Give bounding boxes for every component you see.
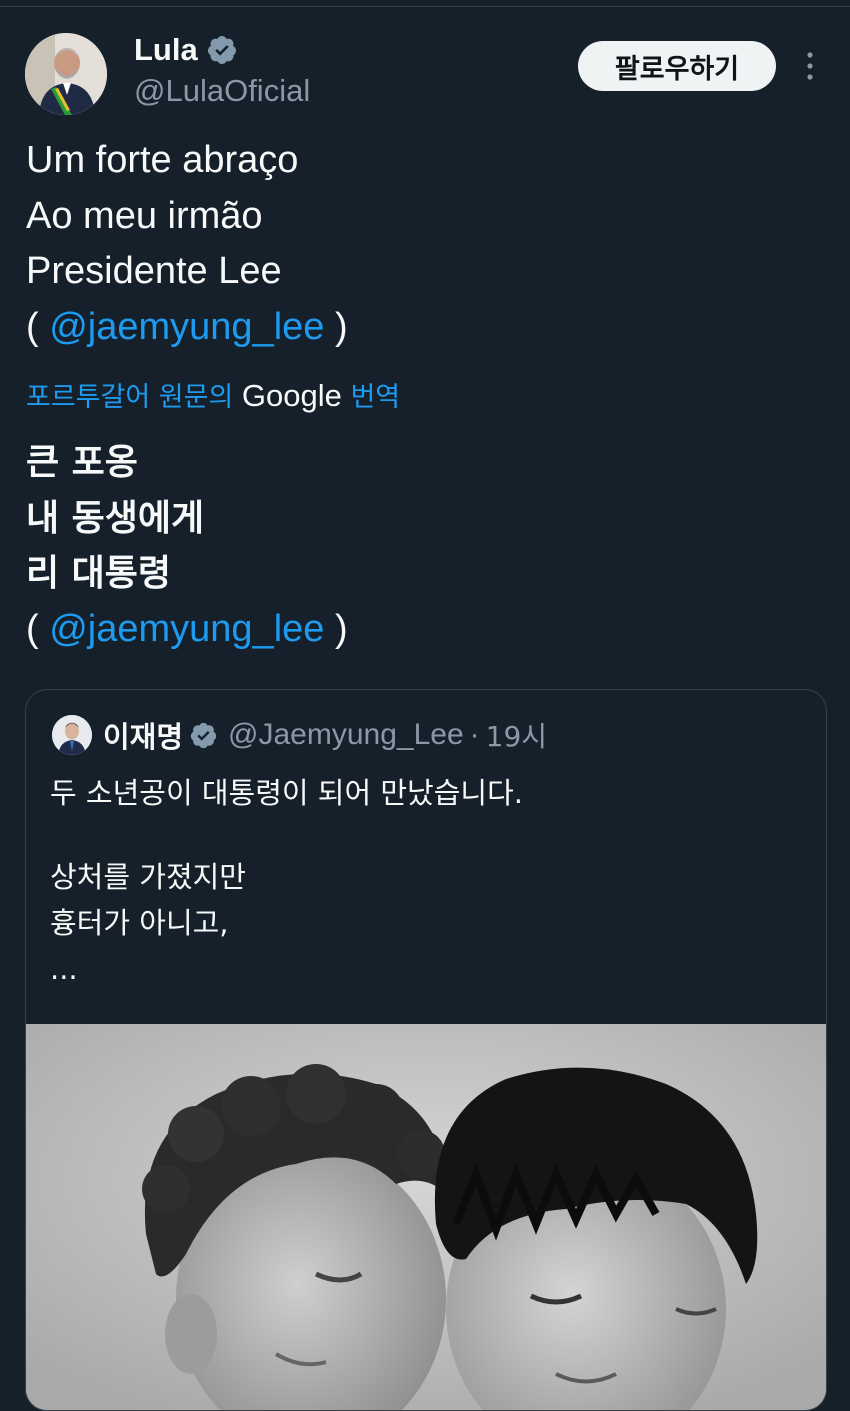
quoted-avatar-photo-icon xyxy=(52,715,92,755)
quoted-tweet-header: 이재명 @Jaemyung_Lee · 19시 xyxy=(52,714,547,756)
quoted-author-handle[interactable]: @Jaemyung_Lee xyxy=(228,718,464,752)
follow-button[interactable]: 팔로우하기 xyxy=(578,41,776,91)
more-vertical-icon[interactable] xyxy=(800,48,820,84)
paren-open: ( xyxy=(26,305,50,348)
translated-mention-line: ( @jaemyung_lee ) xyxy=(26,602,348,658)
quoted-line: 두 소년공이 대통령이 되어 만났습니다. xyxy=(50,776,523,810)
tweet-line: Um forte abraço xyxy=(26,139,299,181)
quoted-tweet-body: 두 소년공이 대통령이 되어 만났습니다. 상처를 가졌지만 흉터가 아니고, … xyxy=(50,770,523,992)
quoted-timestamp[interactable]: 19시 xyxy=(486,715,547,755)
tweet-line: Ao meu irmão xyxy=(26,194,263,237)
tweet-text-translated: 큰 포옹 내 동생에게 리 대통령 ( @jaemyung_lee ) xyxy=(26,435,348,657)
translation-note-suffix: 번역 xyxy=(341,382,401,413)
top-divider xyxy=(0,6,850,7)
quoted-line: 흉터가 아니고, xyxy=(50,906,229,940)
paren-open: ( xyxy=(26,607,50,650)
translated-line: 큰 포옹 xyxy=(26,442,138,483)
quoted-line: 상처를 가졌지만 xyxy=(50,860,246,894)
avatar-photo-icon xyxy=(25,33,107,115)
verified-badge-icon xyxy=(207,36,236,64)
tweet-text-original: Um forte abraço Ao meu irmão Presidente … xyxy=(26,133,348,355)
quoted-author-name[interactable]: 이재명 xyxy=(103,714,183,756)
quoted-author-avatar[interactable] xyxy=(52,715,92,755)
google-logo: Google xyxy=(241,378,342,413)
tweet-mention-line: ( @jaemyung_lee ) xyxy=(26,300,348,356)
photo-icon xyxy=(26,1024,826,1410)
separator-dot: · xyxy=(469,718,480,751)
author-display-name[interactable]: Lula xyxy=(134,32,198,68)
quoted-tweet-card[interactable]: 이재명 @Jaemyung_Lee · 19시 두 소년공이 대통령이 되어 만… xyxy=(25,689,827,1411)
quoted-ellipsis: ... xyxy=(50,952,78,986)
mention-link[interactable]: @jaemyung_lee xyxy=(49,306,324,348)
author-avatar[interactable] xyxy=(25,33,107,115)
mention-link[interactable]: @jaemyung_lee xyxy=(49,608,324,650)
paren-close: ) xyxy=(324,305,348,348)
verified-badge-icon xyxy=(190,722,217,748)
author-handle[interactable]: @LulaOficial xyxy=(134,73,310,109)
translation-note-prefix: 포르투갈어 원문의 xyxy=(26,382,242,413)
translated-line: 리 대통령 xyxy=(26,553,172,594)
paren-close: ) xyxy=(324,607,348,650)
translation-note[interactable]: 포르투갈어 원문의 Google 번역 xyxy=(26,375,400,414)
translated-line: 내 동생에게 xyxy=(26,497,205,539)
tweet-line: Presidente Lee xyxy=(26,250,282,292)
author-name-row: Lula xyxy=(134,30,238,70)
quoted-media-image[interactable] xyxy=(26,1024,826,1410)
